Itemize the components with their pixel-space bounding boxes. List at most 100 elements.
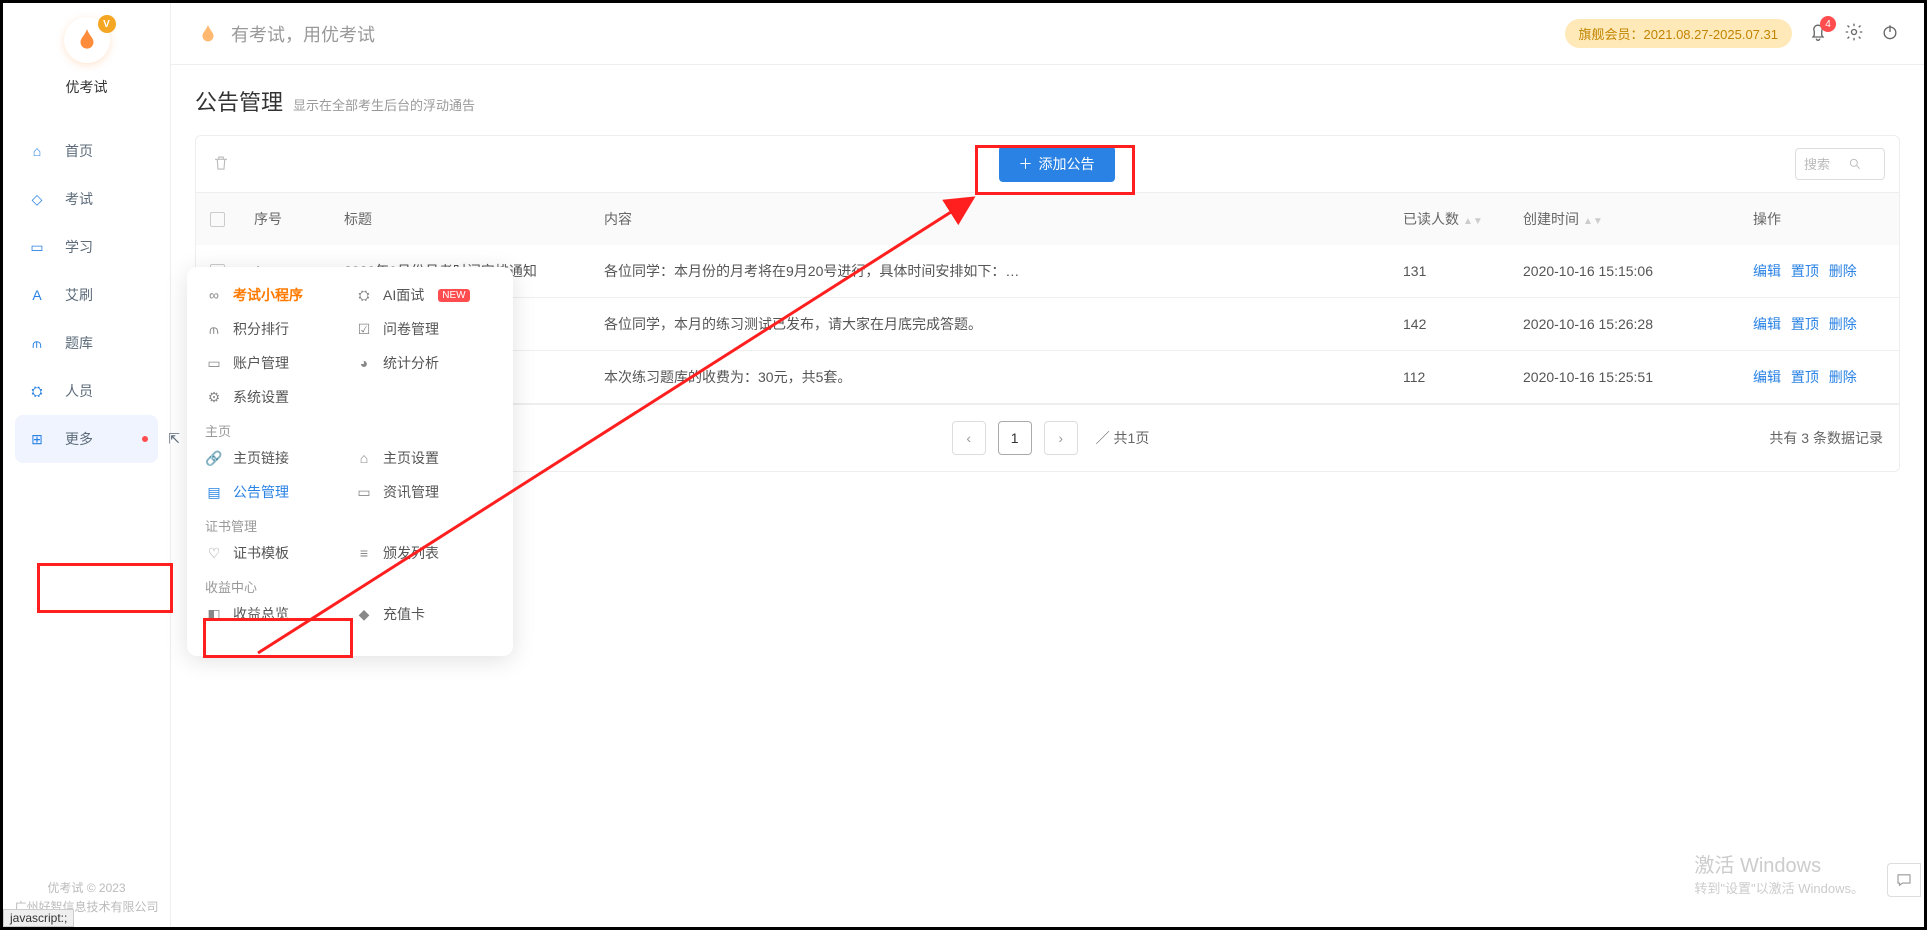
trash-icon xyxy=(212,154,230,172)
submenu-label: 充值卡 xyxy=(383,604,425,624)
submenu-icon: ⚙ xyxy=(205,388,223,406)
topbar-right: 旗舰会员：2021.08.27-2025.07.31 4 xyxy=(1565,19,1900,48)
sidebar-item-2[interactable]: ▭学习 xyxy=(15,223,158,271)
delete-link[interactable]: 删除 xyxy=(1829,263,1857,279)
bell-count: 4 xyxy=(1820,16,1836,32)
nav-label: 更多 xyxy=(65,429,93,449)
power-icon xyxy=(1880,22,1900,42)
submenu-section-title: 收益中心 xyxy=(205,577,495,596)
col-checkbox xyxy=(196,193,240,245)
vip-badge-icon: V xyxy=(98,15,116,33)
cell-time: 2020-10-16 15:26:28 xyxy=(1509,298,1739,351)
brand-logo: V xyxy=(64,17,110,63)
windows-watermark: 激活 Windows 转到"设置"以激活 Windows。 xyxy=(1694,849,1864,897)
cell-content: 本次练习题库的收费为：30元，共5套。 xyxy=(590,351,1389,404)
submenu-item[interactable]: ▤公告管理 xyxy=(205,482,345,502)
nav-label: 艾刷 xyxy=(65,285,93,305)
cell-content: 各位同学：本月份的月考将在9月20号进行，具体时间安排如下：… xyxy=(590,245,1389,298)
add-announcement-button[interactable]: ＋ 添加公告 xyxy=(999,146,1115,182)
submenu-item[interactable]: 🔗主页链接 xyxy=(205,448,345,468)
top-link[interactable]: 置顶 xyxy=(1791,263,1819,279)
nav-icon: ▭ xyxy=(27,237,47,257)
submenu-icon: ∞ xyxy=(205,286,223,304)
delete-link[interactable]: 删除 xyxy=(1829,369,1857,385)
cell-content: 各位同学，本月的练习测试已发布，请大家在月底完成答题。 xyxy=(590,298,1389,351)
nav-icon: A xyxy=(27,285,47,305)
edit-link[interactable]: 编辑 xyxy=(1753,263,1781,279)
delete-selected-button[interactable] xyxy=(212,154,230,175)
page-number[interactable]: 1 xyxy=(998,421,1032,455)
top-link[interactable]: 置顶 xyxy=(1791,369,1819,385)
top-link[interactable]: 置顶 xyxy=(1791,316,1819,332)
sidebar-item-5[interactable]: ⛭人员 xyxy=(15,367,158,415)
submenu-item[interactable]: ∞考试小程序 xyxy=(205,285,345,305)
submenu-item[interactable]: ⫙积分排行 xyxy=(205,319,345,339)
feedback-button[interactable] xyxy=(1887,863,1921,897)
notifications-button[interactable]: 4 xyxy=(1808,22,1828,45)
submenu-label: AI面试 xyxy=(383,285,424,305)
submenu-item[interactable]: ☑问卷管理 xyxy=(355,319,495,339)
submenu-item[interactable]: ⌂主页设置 xyxy=(355,448,495,468)
page-total: ／ 共1页 xyxy=(1096,428,1150,448)
submenu-item[interactable]: ◧收益总览 xyxy=(205,604,345,624)
submenu-icon: ♡ xyxy=(205,544,223,562)
submenu-item[interactable]: ▭账户管理 xyxy=(205,353,345,373)
page-title: 公告管理 xyxy=(195,85,283,117)
more-submenu: ∞考试小程序 ⛭ AI面试 NEW ⫙积分排行 ☑问卷管理 ▭账户管理 ◕统计分析 ⚙ 系统设置主… xyxy=(187,267,513,656)
edit-link[interactable]: 编辑 xyxy=(1753,369,1781,385)
sidebar-item-3[interactable]: A 艾刷 xyxy=(15,271,158,319)
cell-time: 2020-10-16 15:15:06 xyxy=(1509,245,1739,298)
col-time[interactable]: 创建时间▲▼ xyxy=(1509,193,1739,245)
nav-label: 考试 xyxy=(65,189,93,209)
sidebar-item-0[interactable]: ⌂首页 xyxy=(15,127,158,175)
nav-icon: ◇ xyxy=(27,189,47,209)
delete-link[interactable]: 删除 xyxy=(1829,316,1857,332)
brand-block: V 优考试 xyxy=(3,17,170,97)
new-badge: NEW xyxy=(438,289,469,302)
page-next-button[interactable]: › xyxy=(1044,421,1078,455)
search-input[interactable] xyxy=(1804,157,1848,172)
page-head: 公告管理 显示在全部考生后台的浮动通告 xyxy=(195,85,1900,117)
submenu-icon: ⛭ xyxy=(355,286,373,304)
nav-icon: ⊞ xyxy=(27,429,47,449)
submenu-icon: ◆ xyxy=(355,605,373,623)
submenu-icon: ▭ xyxy=(205,354,223,372)
submenu-label: 资讯管理 xyxy=(383,482,439,502)
submenu-label: 颁发列表 xyxy=(383,543,439,563)
submenu-item[interactable]: ♡证书模板 xyxy=(205,543,345,563)
submenu-item[interactable]: ◆ 充值卡 xyxy=(355,604,495,624)
submenu-icon: ▭ xyxy=(355,483,373,501)
col-read[interactable]: 已读人数▲▼ xyxy=(1389,193,1509,245)
submenu-item[interactable]: ⛭ AI面试 NEW xyxy=(355,285,495,305)
cell-time: 2020-10-16 15:25:51 xyxy=(1509,351,1739,404)
nav: ⌂首页◇考试▭学习A艾刷⫙题库⛭人员⊞更多⇱ xyxy=(3,127,170,463)
submenu-section-title: 证书管理 xyxy=(205,516,495,535)
submenu-label: 公告管理 xyxy=(233,482,289,502)
nav-label: 题库 xyxy=(65,333,93,353)
submenu-item[interactable]: ≡ 颁发列表 xyxy=(355,543,495,563)
cell-read: 131 xyxy=(1389,245,1509,298)
cell-ops: 编辑 置顶 删除 xyxy=(1739,298,1899,351)
submenu-label: 系统设置 xyxy=(233,387,289,407)
page-prev-button[interactable]: ‹ xyxy=(952,421,986,455)
sort-icon: ▲▼ xyxy=(1463,216,1483,227)
sidebar-item-4[interactable]: ⫙ 题库 xyxy=(15,319,158,367)
sidebar-item-1[interactable]: ◇ 考试 xyxy=(15,175,158,223)
search-box[interactable] xyxy=(1795,148,1885,180)
submenu-item[interactable]: ◕统计分析 xyxy=(355,353,495,373)
submenu-item[interactable]: ⚙ 系统设置 xyxy=(205,387,345,407)
sidebar-item-6[interactable]: ⊞更多⇱ xyxy=(15,415,158,463)
edit-link[interactable]: 编辑 xyxy=(1753,316,1781,332)
topbar: 有考试，用优考试 旗舰会员：2021.08.27-2025.07.31 4 xyxy=(171,3,1924,65)
checkbox-all[interactable] xyxy=(210,212,225,227)
submenu-label: 主页设置 xyxy=(383,448,439,468)
submenu-icon: ◧ xyxy=(205,605,223,623)
submenu-item[interactable]: ▭ 资讯管理 xyxy=(355,482,495,502)
submenu-icon: ≡ xyxy=(355,544,373,562)
cell-ops: 编辑 置顶 删除 xyxy=(1739,245,1899,298)
nav-icon: ⫙ xyxy=(27,333,47,353)
sort-icon: ▲▼ xyxy=(1583,216,1603,227)
power-button[interactable] xyxy=(1880,22,1900,45)
settings-button[interactable] xyxy=(1844,22,1864,45)
member-badge[interactable]: 旗舰会员：2021.08.27-2025.07.31 xyxy=(1565,19,1792,48)
